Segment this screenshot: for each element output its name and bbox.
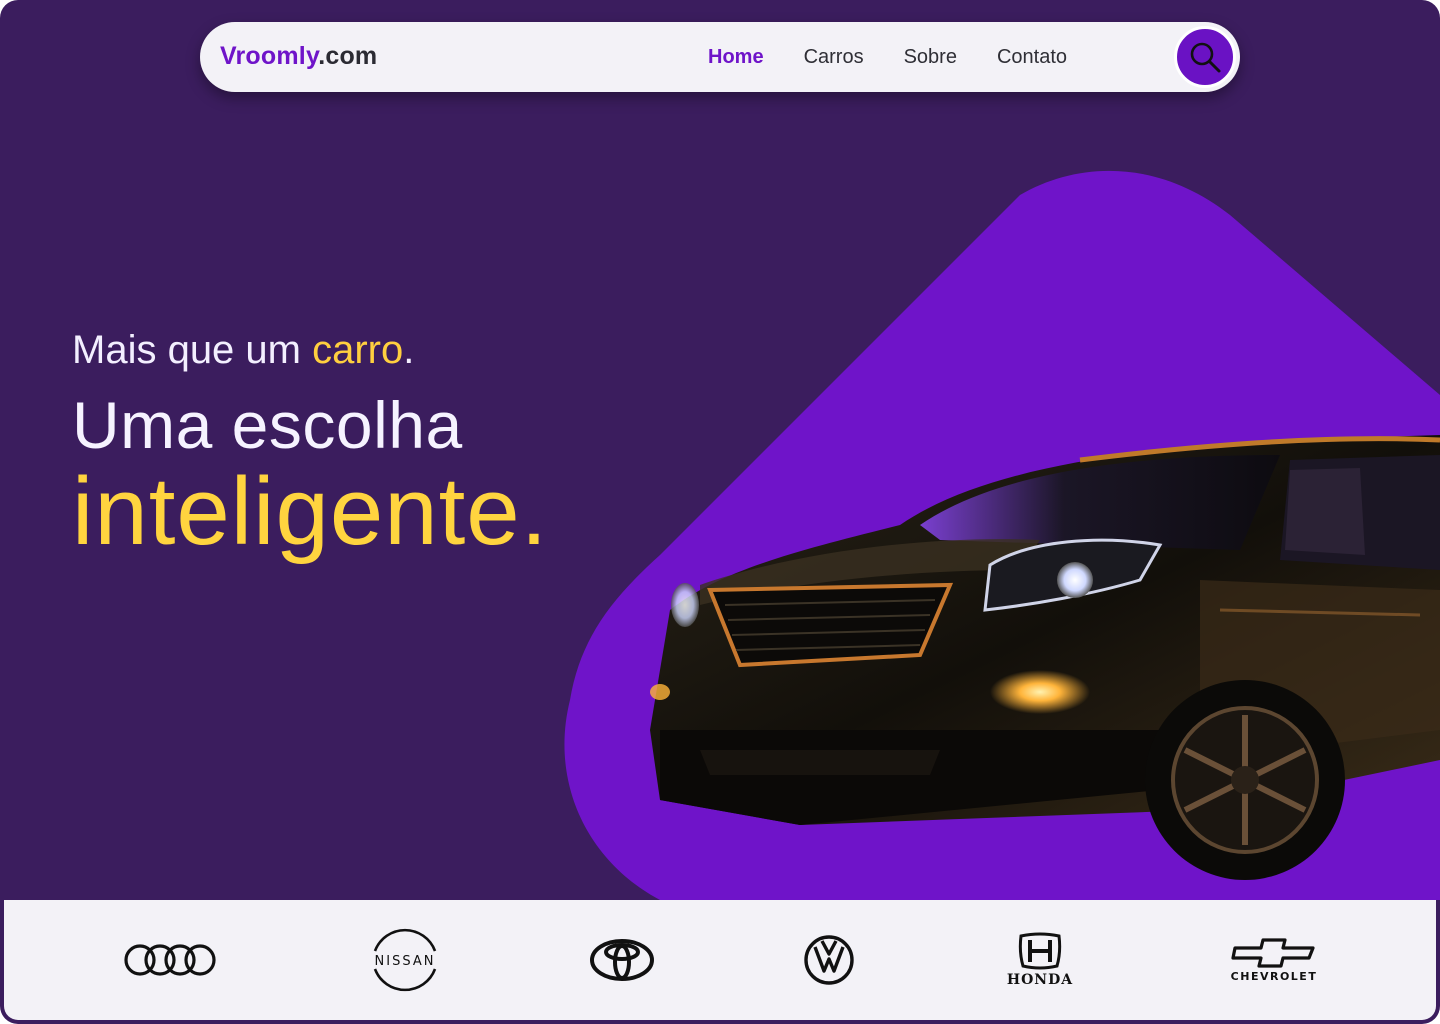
nissan-wordmark: NISSAN <box>375 954 436 969</box>
audi-logo[interactable] <box>120 900 220 1020</box>
brand-logos-strip: NISSAN HONDA CHEVROLET <box>4 900 1436 1020</box>
chevrolet-bowtie-icon <box>1231 937 1315 968</box>
top-navbar: Vroomly.com Home Carros Sobre Contato <box>200 22 1240 92</box>
site-logo[interactable]: Vroomly.com <box>220 42 377 71</box>
logo-brand-text: Vroomly <box>220 42 319 70</box>
hero-text-block: Mais que um carro. Uma escolha inteligen… <box>72 328 548 567</box>
honda-wordmark: HONDA <box>1006 972 1074 988</box>
volkswagen-logo[interactable] <box>794 900 864 1020</box>
volkswagen-emblem-icon <box>804 935 854 985</box>
toyota-emblem-icon <box>590 939 654 981</box>
chevrolet-logo[interactable]: CHEVROLET <box>1226 900 1322 1020</box>
page-frame: Vroomly.com Home Carros Sobre Contato Ma… <box>0 0 1440 1024</box>
tagline-highlight: carro <box>312 328 404 372</box>
nav-link-home[interactable]: Home <box>708 46 764 69</box>
chevrolet-wordmark: CHEVROLET <box>1230 969 1318 983</box>
hero-car-image <box>650 435 1440 880</box>
tagline-suffix: . <box>403 328 415 372</box>
hero-headline-emphasis: inteligente. <box>72 458 549 565</box>
hero-tagline: Mais que um carro. <box>72 328 548 373</box>
audi-rings-icon <box>124 944 216 976</box>
search-icon <box>1190 42 1221 73</box>
search-button[interactable] <box>1174 26 1236 88</box>
nav-link-contato[interactable]: Contato <box>997 46 1067 69</box>
tagline-prefix: Mais que um <box>72 328 313 372</box>
hero-headline: Uma escolha <box>72 388 463 462</box>
nissan-emblem-icon: NISSAN <box>373 928 437 992</box>
nissan-logo[interactable]: NISSAN <box>360 900 450 1020</box>
nav-links: Home Carros Sobre Contato <box>708 46 1107 69</box>
honda-logo[interactable]: HONDA <box>998 900 1082 1020</box>
logo-tld-text: .com <box>318 42 378 70</box>
nav-link-carros[interactable]: Carros <box>804 46 864 69</box>
nav-link-sobre[interactable]: Sobre <box>904 46 957 69</box>
honda-emblem-icon <box>1018 932 1062 970</box>
toyota-logo[interactable] <box>582 900 662 1020</box>
